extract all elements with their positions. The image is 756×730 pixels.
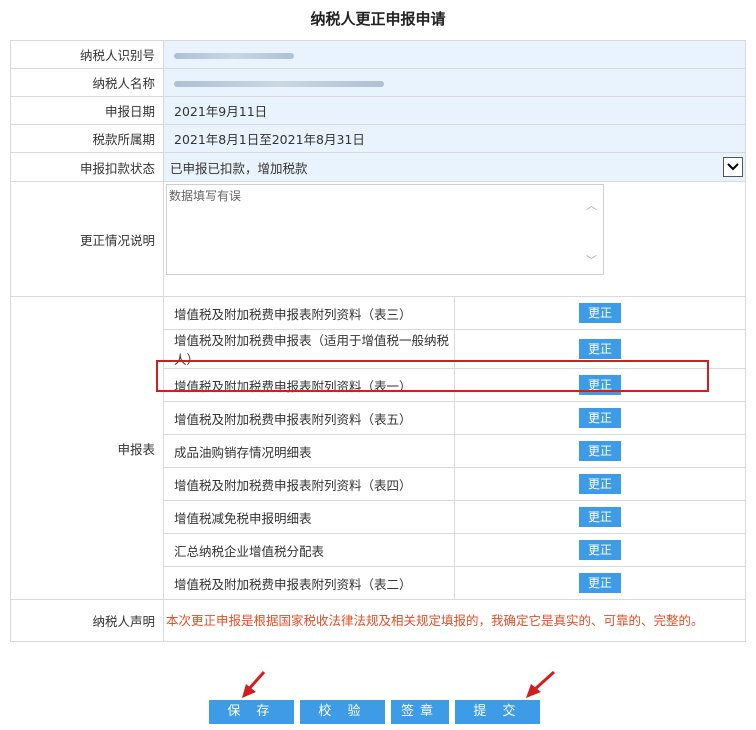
save-button[interactable]: 保 存	[209, 700, 294, 724]
highlight-box	[156, 360, 709, 392]
taxpayer-id-label: 纳税人识别号	[10, 40, 164, 69]
status-label: 申报扣款状态	[10, 152, 164, 182]
correct-button[interactable]: 更正	[579, 540, 621, 560]
report-name: 增值税及附加税费申报表附列资料（表五）	[163, 401, 455, 435]
report-name: 汇总纳税企业增值税分配表	[163, 533, 455, 567]
report-name: 增值税及附加税费申报表附列资料（表二）	[163, 566, 455, 600]
correction-form: 纳税人识别号 纳税人名称 申报日期 2021年9月11日 税款所属期 2021年…	[10, 40, 746, 642]
correction-label: 更正情况说明	[10, 181, 164, 297]
taxpayer-name-field	[163, 68, 746, 97]
report-action-cell: 更正	[454, 296, 746, 330]
verify-button[interactable]: 校 验	[300, 700, 385, 724]
taxpayer-id-field	[163, 40, 746, 69]
report-name: 增值税及附加税费申报表附列资料（表三）	[163, 296, 455, 330]
correction-text: 数据填写有误	[169, 189, 242, 203]
declaration-text: 本次更正申报是根据国家税收法律法规及相关规定填报的，我确定它是真实的、可靠的、完…	[163, 599, 746, 642]
correct-button[interactable]: 更正	[579, 573, 621, 593]
correct-button[interactable]: 更正	[579, 441, 621, 461]
arrow-icon	[242, 671, 266, 698]
report-name: 成品油购销存情况明细表	[163, 434, 455, 468]
correct-button[interactable]: 更正	[579, 507, 621, 527]
redacted-value	[174, 81, 384, 87]
report-action-cell: 更正	[454, 434, 746, 468]
correction-textarea[interactable]: 数据填写有误 ︿ ﹀	[166, 184, 604, 275]
declaration-label: 纳税人声明	[10, 599, 164, 642]
report-action-cell: 更正	[454, 401, 746, 435]
status-select-value: 已申报已扣款，增加税款	[170, 160, 308, 176]
correct-button[interactable]: 更正	[579, 474, 621, 494]
scroll-down-icon[interactable]: ﹀	[586, 252, 597, 268]
redacted-value	[174, 53, 294, 59]
correct-button[interactable]: 更正	[579, 303, 621, 323]
report-name: 增值税及附加税费申报表附列资料（表四）	[163, 467, 455, 501]
page-title: 纳税人更正申报申请	[310, 10, 446, 28]
tax-period-value: 2021年8月1日至2021年8月31日	[163, 124, 746, 153]
report-action-cell: 更正	[454, 566, 746, 600]
report-row: 申报表 增值税及附加税费申报表附列资料（表三） 更正	[10, 296, 746, 600]
reports-label: 申报表	[10, 296, 164, 600]
declare-date-value: 2021年9月11日	[163, 96, 746, 125]
status-select[interactable]: 已申报已扣款，增加税款	[163, 152, 746, 182]
arrow-icon	[526, 670, 556, 698]
correct-button[interactable]: 更正	[579, 339, 621, 359]
taxpayer-name-label: 纳税人名称	[10, 68, 164, 97]
scroll-up-icon[interactable]: ︿	[586, 197, 597, 213]
report-name: 增值税减免税申报明细表	[163, 500, 455, 534]
report-action-cell: 更正	[454, 500, 746, 534]
tax-period-label: 税款所属期	[10, 124, 164, 153]
correction-cell: 数据填写有误 ︿ ﹀	[163, 181, 746, 297]
report-action-cell: 更正	[454, 467, 746, 501]
action-bar: 保 存 校 验 签章 提 交	[209, 700, 540, 724]
chevron-down-icon[interactable]	[723, 157, 743, 177]
correct-button[interactable]: 更正	[579, 408, 621, 428]
report-action-cell: 更正	[454, 533, 746, 567]
sign-button[interactable]: 签章	[391, 700, 449, 724]
submit-button[interactable]: 提 交	[455, 700, 540, 724]
declare-date-label: 申报日期	[10, 96, 164, 125]
